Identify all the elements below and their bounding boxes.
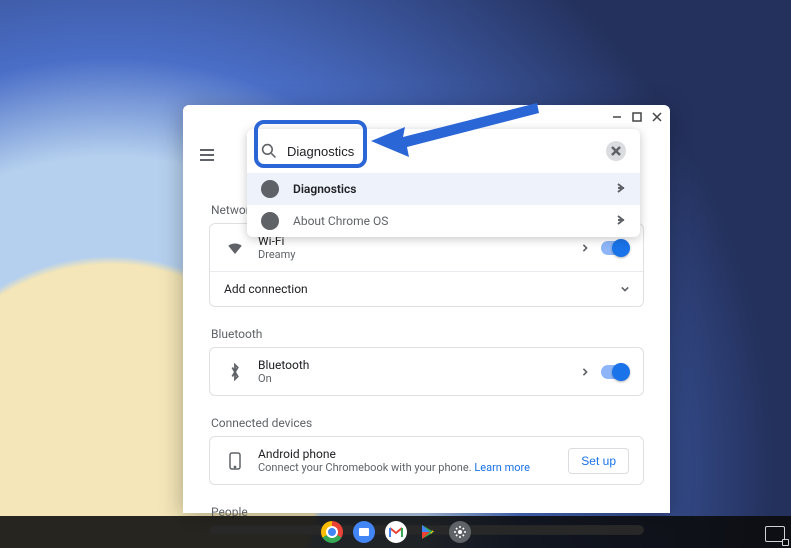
search-input[interactable]	[277, 144, 606, 159]
search-result-diagnostics[interactable]: Diagnostics	[247, 173, 640, 205]
chrome-icon	[261, 180, 279, 198]
close-button[interactable]	[650, 110, 664, 124]
learn-more-link[interactable]: Learn more	[474, 461, 530, 474]
clear-search-button[interactable]	[606, 141, 626, 161]
window-controls	[610, 110, 664, 124]
search-result-label: About Chrome OS	[293, 214, 616, 228]
bluetooth-card: Bluetooth On	[209, 347, 644, 396]
add-connection-row[interactable]: Add connection	[210, 271, 643, 306]
bluetooth-row[interactable]: Bluetooth On	[210, 348, 643, 395]
bluetooth-label: Bluetooth	[258, 358, 581, 372]
chevron-down-icon	[621, 282, 629, 296]
shelf	[0, 516, 791, 548]
wifi-icon	[224, 237, 246, 259]
chrome-app-icon[interactable]	[321, 521, 343, 543]
section-title-bluetooth: Bluetooth	[211, 327, 642, 341]
android-phone-row: Android phone Connect your Chromebook wi…	[210, 437, 643, 484]
bluetooth-toggle[interactable]	[601, 365, 629, 379]
phone-icon	[224, 450, 246, 472]
wifi-toggle[interactable]	[601, 241, 629, 255]
menu-icon[interactable]	[195, 143, 219, 167]
android-phone-sub: Connect your Chromebook with your phone.…	[258, 461, 568, 474]
settings-app-icon[interactable]	[449, 521, 471, 543]
search-result-about[interactable]: About Chrome OS	[247, 205, 640, 237]
android-phone-label: Android phone	[258, 447, 568, 461]
status-tray-icon[interactable]	[765, 526, 785, 542]
files-app-icon[interactable]	[353, 521, 375, 543]
minimize-button[interactable]	[610, 110, 624, 124]
settings-window: Diagnostics About Chrome OS Network Wi-F…	[183, 105, 670, 513]
settings-content: Network Wi-Fi Dreamy Add connection Blue…	[209, 197, 644, 535]
search-panel: Diagnostics About Chrome OS	[247, 129, 640, 237]
search-icon	[261, 143, 277, 159]
setup-button[interactable]: Set up	[568, 448, 629, 474]
play-store-app-icon[interactable]	[417, 521, 439, 543]
add-connection-label: Add connection	[224, 282, 621, 296]
section-title-connected: Connected devices	[211, 416, 642, 430]
search-row	[247, 129, 640, 173]
connected-card: Android phone Connect your Chromebook wi…	[209, 436, 644, 485]
wifi-sub: Dreamy	[258, 248, 581, 261]
bluetooth-icon	[224, 361, 246, 383]
close-icon	[611, 146, 621, 156]
maximize-button[interactable]	[630, 110, 644, 124]
chevron-right-icon	[581, 241, 589, 255]
arrow-right-icon	[616, 182, 626, 196]
arrow-right-icon	[616, 214, 626, 228]
bluetooth-sub: On	[258, 372, 581, 385]
search-result-label: Diagnostics	[293, 182, 616, 196]
chevron-right-icon	[581, 365, 589, 379]
chrome-icon	[261, 212, 279, 230]
gmail-app-icon[interactable]	[385, 521, 407, 543]
